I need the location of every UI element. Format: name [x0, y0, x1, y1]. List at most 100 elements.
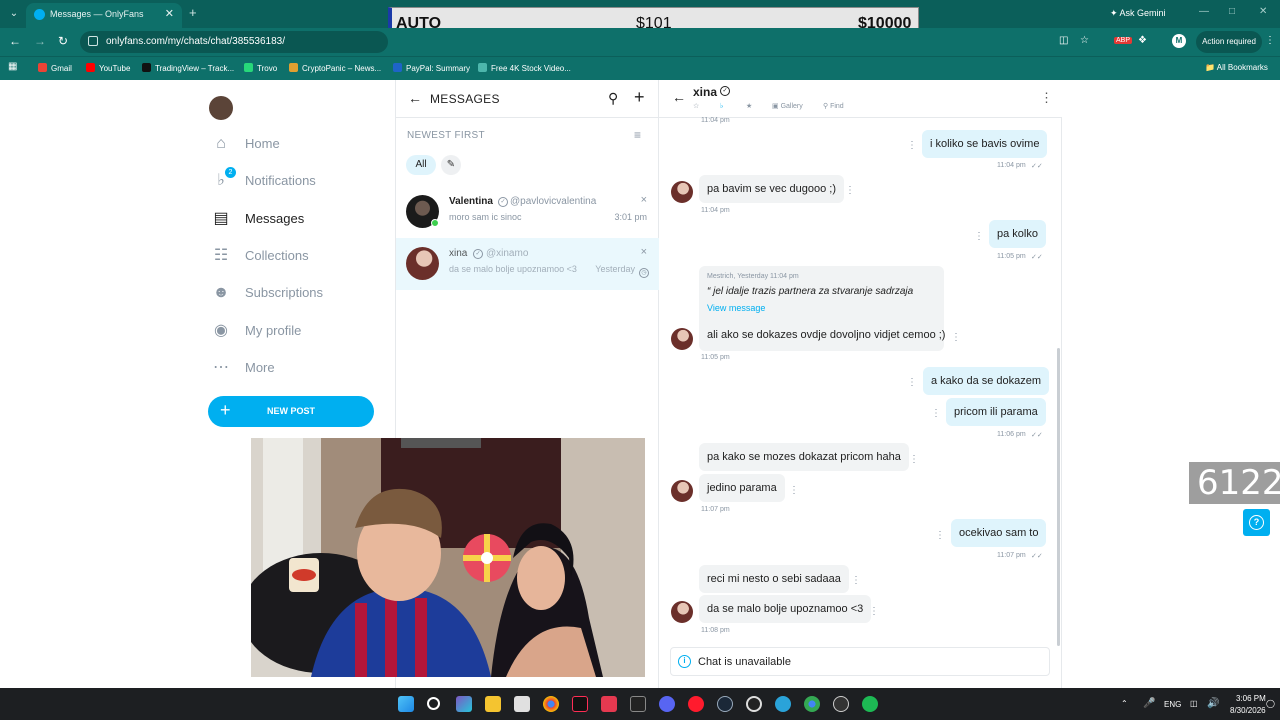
ask-gemini-button[interactable]: ✦ Ask Gemini — [1110, 8, 1166, 19]
app-icon[interactable] — [833, 696, 849, 712]
message-bubble-outgoing[interactable]: pricom ili parama — [946, 398, 1046, 426]
extensions-icon[interactable]: ❖ — [1138, 35, 1147, 46]
file-explorer-icon[interactable] — [485, 696, 501, 712]
install-app-icon[interactable]: ◫ — [1059, 35, 1068, 46]
message-options-icon[interactable]: ⋮ — [845, 185, 855, 196]
message-bubble-outgoing[interactable]: a kako da se dokazem — [923, 367, 1050, 395]
all-bookmarks-button[interactable]: 📁 All Bookmarks — [1205, 63, 1268, 72]
maximize-icon[interactable]: □ — [1229, 6, 1235, 17]
search-taskbar-icon[interactable] — [427, 697, 440, 710]
tray-chevron-icon[interactable]: ⌃ — [1121, 699, 1128, 708]
sidebar-item-collections[interactable]: ☷ Collections — [211, 243, 391, 269]
chat-menu-icon[interactable]: ⋮ — [1040, 90, 1053, 106]
volume-icon[interactable]: 🔊 — [1207, 698, 1219, 709]
sidebar-item-more[interactable]: ⋯ More — [211, 355, 391, 381]
sidebar-item-home[interactable]: ⌂ Home — [211, 131, 391, 157]
discord-icon[interactable] — [659, 696, 675, 712]
bookmark-cryptopanic[interactable]: CryptoPanic – News... — [289, 63, 381, 73]
message-options-icon[interactable]: ⋮ — [907, 140, 917, 151]
browser-tab[interactable]: Messages — OnlyFans ✕ — [26, 3, 182, 28]
new-message-icon[interactable]: + — [634, 87, 645, 108]
close-window-icon[interactable]: ✕ — [1259, 6, 1267, 17]
back-icon[interactable]: ← — [9, 34, 21, 48]
sidebar-item-messages[interactable]: ▤ Messages — [211, 206, 391, 232]
message-options-icon[interactable]: ⋮ — [909, 454, 919, 465]
gallery-button[interactable]: ▣ Gallery — [772, 102, 803, 110]
bookmark-star-icon[interactable]: ☆ — [1080, 35, 1089, 46]
network-icon[interactable]: ◫ — [1190, 699, 1198, 708]
favorite-star-icon[interactable]: ☆ — [693, 102, 699, 110]
chrome-profile-icon[interactable] — [804, 696, 820, 712]
minimize-icon[interactable]: — — [1199, 6, 1209, 17]
conversation-item[interactable]: Valentina ✓ @pavlovicvalentina moro sam … — [396, 186, 659, 238]
user-avatar[interactable] — [209, 96, 233, 120]
new-post-button[interactable]: + NEW POST — [208, 396, 374, 427]
bookmark-gmail[interactable]: Gmail — [38, 63, 72, 73]
bookmark-tradingview[interactable]: TradingView – Track... — [142, 63, 234, 73]
bookmark-stock-video[interactable]: Free 4K Stock Video... — [478, 63, 571, 73]
reload-icon[interactable]: ↻ — [58, 34, 68, 48]
search-icon[interactable]: ⚲ — [608, 90, 618, 107]
message-bubble-outgoing[interactable]: i koliko se bavis ovime — [922, 130, 1048, 158]
chat-contact-name[interactable]: xina — [693, 85, 717, 99]
message-options-icon[interactable]: ⋮ — [935, 530, 945, 541]
adblock-icon[interactable]: ABP — [1114, 37, 1133, 44]
language-indicator[interactable]: ENG — [1164, 700, 1181, 709]
action-required-button[interactable]: Action required — [1196, 31, 1262, 53]
spotify-icon[interactable] — [862, 696, 878, 712]
back-arrow-icon[interactable]: ← — [672, 89, 686, 105]
sort-icon[interactable]: ≡ — [634, 128, 641, 142]
profile-avatar-icon[interactable]: M — [1172, 34, 1186, 48]
message-options-icon[interactable]: ⋮ — [951, 332, 961, 343]
sidebar-item-notifications[interactable]: ♭ 2 Notifications — [211, 167, 391, 194]
chat-scrollbar[interactable] — [1057, 348, 1060, 646]
message-bubble-incoming[interactable]: reci mi nesto o sebi sadaaa — [699, 565, 849, 593]
store-icon[interactable] — [514, 696, 530, 712]
obs-icon[interactable] — [746, 696, 762, 712]
bookmark-youtube[interactable]: YouTube — [86, 63, 130, 73]
tab-search-chevron-icon[interactable]: ⌄ — [6, 6, 22, 22]
find-button[interactable]: ⚲ Find — [823, 102, 844, 110]
sidebar-item-subscriptions[interactable]: ☻ Subscriptions — [211, 280, 391, 306]
bookmark-paypal[interactable]: PayPal: Summary — [393, 63, 470, 73]
message-options-icon[interactable]: ⋮ — [851, 575, 861, 586]
notification-bell-icon[interactable]: ♭ — [720, 102, 723, 110]
view-message-link[interactable]: View message — [707, 303, 765, 313]
message-bubble-incoming[interactable]: pa bavim se vec dugooo ;) — [699, 175, 845, 203]
tiktok-icon[interactable] — [572, 696, 588, 712]
notification-center-icon[interactable]: ◯ — [1266, 699, 1275, 708]
help-button[interactable]: ? — [1243, 509, 1270, 536]
microphone-icon[interactable]: 🎤 — [1143, 698, 1155, 709]
opera-icon[interactable] — [688, 696, 704, 712]
pin-icon[interactable]: ★ — [746, 102, 752, 110]
close-tab-icon[interactable]: ✕ — [165, 7, 174, 20]
edit-filter-icon[interactable]: ✎ — [441, 155, 461, 175]
browser-menu-icon[interactable]: ⋮ — [1265, 35, 1275, 46]
apps-grid-icon[interactable]: ▦ — [8, 61, 17, 72]
message-options-icon[interactable]: ⋮ — [869, 606, 879, 617]
url-bar[interactable]: onlyfans.com/my/chats/chat/385536183/ — [80, 31, 388, 53]
message-options-icon[interactable]: ⋮ — [974, 231, 984, 242]
message-bubble-incoming[interactable]: da se malo bolje upoznamoo <3 — [699, 595, 872, 623]
start-icon[interactable] — [398, 696, 414, 712]
message-bubble-incoming[interactable]: jedino parama — [699, 474, 785, 502]
tradingview-taskbar-icon[interactable] — [601, 696, 617, 712]
new-tab-icon[interactable]: + — [189, 5, 197, 20]
clock-time[interactable]: 3:06 PM — [1236, 694, 1266, 703]
message-options-icon[interactable]: ⋮ — [931, 408, 941, 419]
back-arrow-icon[interactable]: ← — [408, 90, 422, 106]
telegram-icon[interactable] — [775, 696, 791, 712]
epic-games-icon[interactable] — [630, 696, 646, 712]
chrome-icon[interactable] — [543, 696, 559, 712]
sidebar-item-my-profile[interactable]: ◉ My profile — [211, 318, 391, 344]
message-options-icon[interactable]: ⋮ — [907, 377, 917, 388]
forward-icon[interactable]: → — [34, 34, 46, 48]
close-icon[interactable]: × — [641, 194, 647, 206]
message-bubble-outgoing[interactable]: ocekivao sam to — [951, 519, 1047, 547]
close-icon[interactable]: × — [641, 246, 647, 258]
message-bubble-incoming[interactable]: pa kako se mozes dokazat pricom haha — [699, 443, 909, 471]
message-bubble-outgoing[interactable]: pa kolko — [989, 220, 1046, 248]
clock-date[interactable]: 8/30/2026 — [1230, 706, 1266, 715]
filter-all-pill[interactable]: All — [406, 155, 436, 175]
message-options-icon[interactable]: ⋮ — [789, 485, 799, 496]
